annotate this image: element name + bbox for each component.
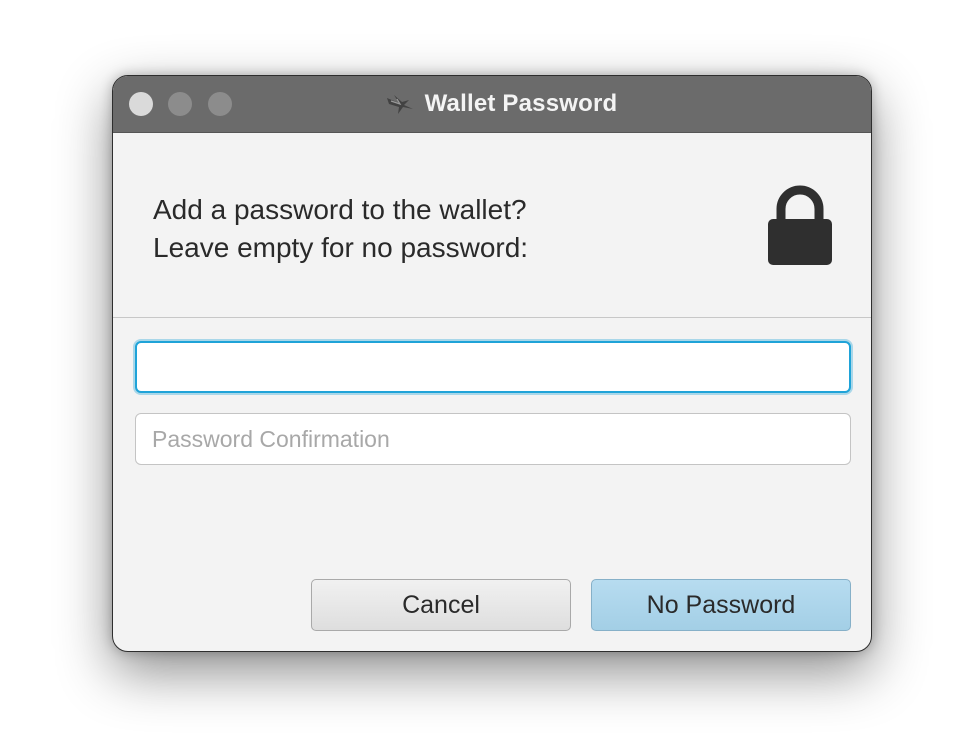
wallet-password-dialog: Wallet Password Add a password to the wa…: [112, 75, 872, 652]
header-divider: [113, 317, 871, 318]
title-bar[interactable]: Wallet Password: [113, 76, 871, 133]
message-line-2: Leave empty for no password:: [153, 232, 529, 263]
cancel-button[interactable]: Cancel: [311, 579, 571, 631]
window-title: Wallet Password: [424, 90, 618, 117]
dialog-message: Add a password to the wallet? Leave empt…: [153, 191, 528, 267]
title-group: Wallet Password: [113, 76, 871, 132]
message-line-1: Add a password to the wallet?: [153, 194, 527, 225]
sparrow-bird-icon: [386, 95, 413, 114]
no-password-button[interactable]: No Password: [591, 579, 851, 631]
no-password-button-label: No Password: [646, 590, 796, 619]
lock-icon: [768, 185, 832, 265]
cancel-button-label: Cancel: [402, 590, 480, 619]
dialog-header: Add a password to the wallet? Leave empt…: [113, 133, 871, 317]
password-confirmation-input[interactable]: [135, 413, 851, 465]
password-input[interactable]: [135, 341, 851, 393]
